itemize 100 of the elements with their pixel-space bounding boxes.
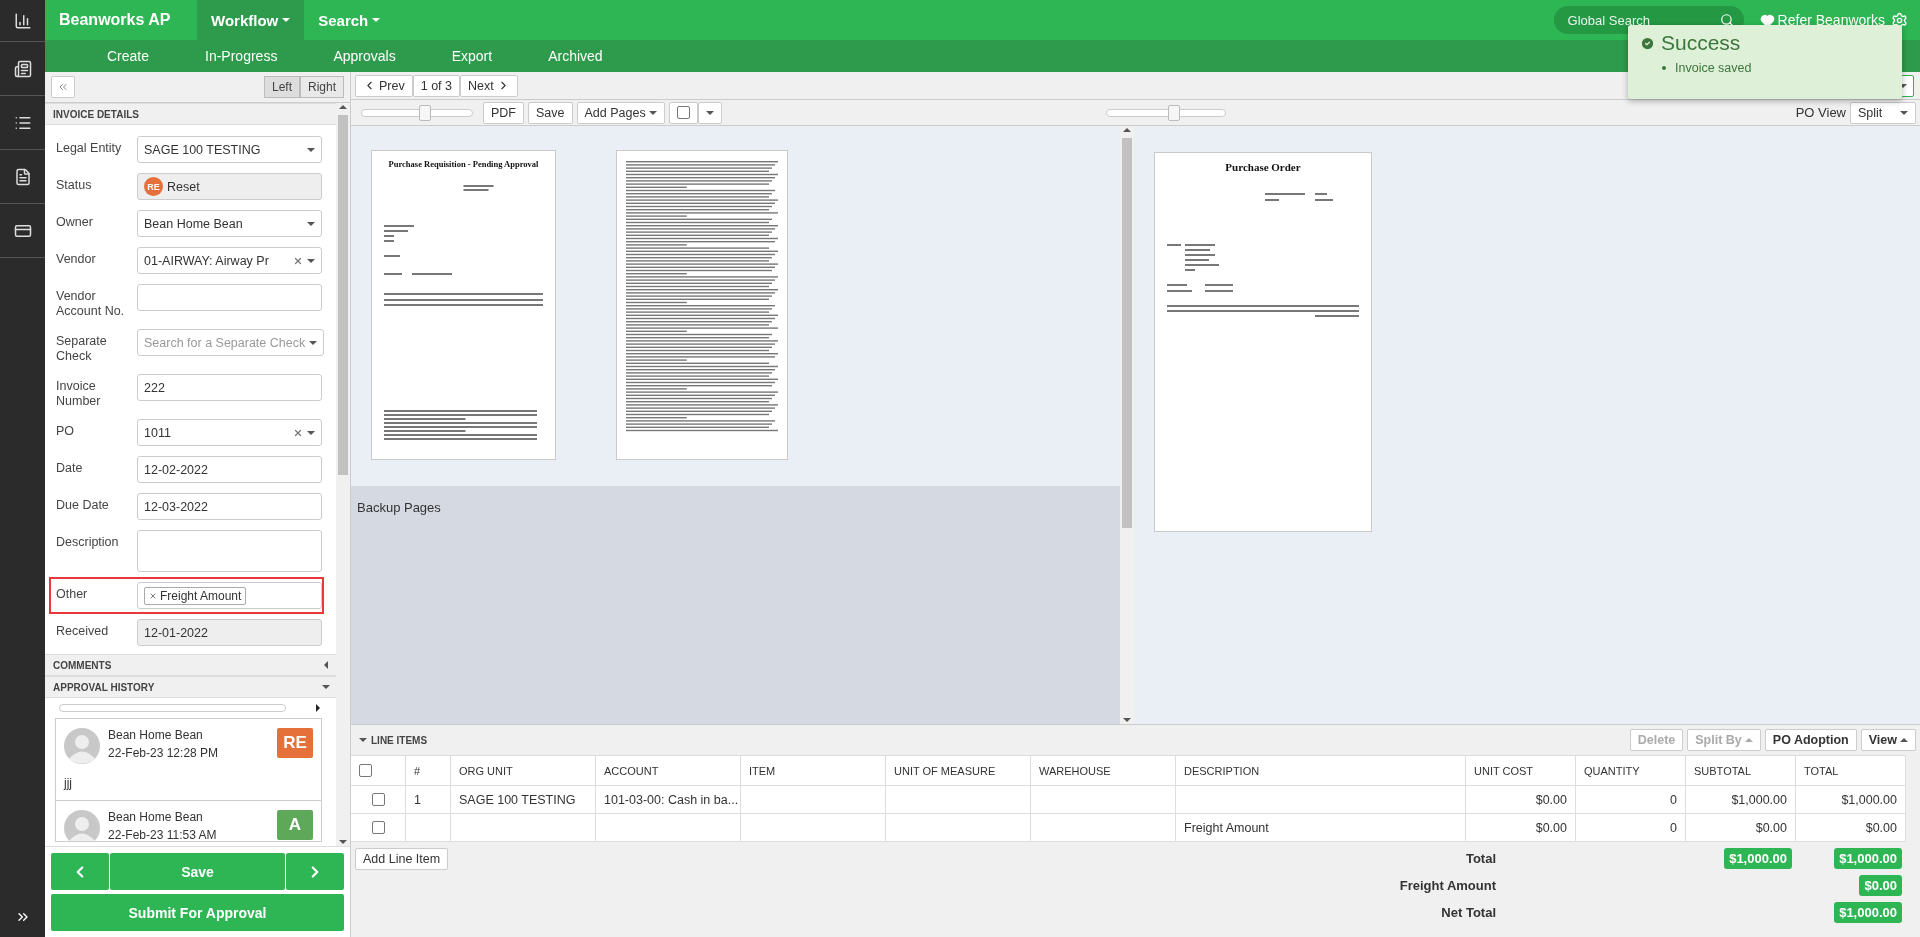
column-header[interactable]: DESCRIPTION <box>1176 756 1466 786</box>
table-cell: $0.00 <box>1796 814 1906 842</box>
nav-link[interactable]: Archived <box>520 48 631 64</box>
add-line-item-button[interactable]: Add Line Item <box>355 848 449 870</box>
select-field[interactable]: 01-AIRWAY: Airway Pr <box>137 247 322 274</box>
textarea-field[interactable] <box>137 530 322 572</box>
column-header[interactable]: # <box>406 756 451 786</box>
document-icon[interactable] <box>13 59 32 78</box>
table-cell: 1 <box>406 786 451 814</box>
settings-icon[interactable] <box>1891 11 1908 29</box>
check-icon <box>1640 35 1655 51</box>
scrollbar-thumb[interactable] <box>1122 138 1132 528</box>
section-title: APPROVAL HISTORY <box>53 681 155 693</box>
field-label: Invoice Number <box>56 378 102 409</box>
select-field[interactable]: Bean Home Bean <box>137 210 322 237</box>
table-cell: 0 <box>1576 814 1686 842</box>
toggle-button[interactable]: Left <box>263 76 300 98</box>
field-label: Owner <box>56 214 94 230</box>
section-header[interactable]: INVOICE DETAILS <box>45 103 336 125</box>
action-badge: A <box>277 810 313 840</box>
section-header[interactable]: APPROVAL HISTORY <box>45 676 336 698</box>
toast-message: Invoice saved <box>1675 61 1752 75</box>
tag-field[interactable]: Freight Amount <box>137 582 322 609</box>
input-field[interactable] <box>137 284 322 311</box>
next-button[interactable]: Next <box>460 74 518 97</box>
slider-thumb[interactable] <box>418 104 431 121</box>
nav-link[interactable]: Create <box>79 48 178 64</box>
action-badge: RE <box>277 728 313 758</box>
section-header[interactable]: COMMENTS <box>45 654 336 676</box>
row-checkbox[interactable] <box>371 793 385 806</box>
select-all-checkbox[interactable] <box>359 764 372 777</box>
toolbar-button[interactable]: Save <box>528 101 573 124</box>
toggle-button[interactable]: Right <box>300 76 344 98</box>
nav-link[interactable]: Approvals <box>305 48 424 64</box>
amount-badge: $1,000.00 <box>1724 848 1792 869</box>
scrollbar-thumb[interactable] <box>338 115 348 475</box>
column-header[interactable]: QUANTITY <box>1576 756 1686 786</box>
total-label: Total <box>1464 851 1496 866</box>
status-field: RE Reset <box>137 173 322 200</box>
chart-icon[interactable] <box>13 11 32 30</box>
select-field[interactable]: 1011 <box>137 419 322 446</box>
timestamp: 22-Feb-23 12:28 PM <box>108 746 220 760</box>
page-indicator[interactable]: 1 of 3 <box>412 74 460 97</box>
column-header[interactable]: UNIT COST <box>1466 756 1576 786</box>
table-cell: SAGE 100 TESTING <box>451 786 596 814</box>
file-icon[interactable] <box>13 167 32 186</box>
collapse-icon <box>57 81 69 93</box>
select-field[interactable]: SAGE 100 TESTING <box>137 136 322 163</box>
approver-name: Bean Home Bean <box>108 728 204 742</box>
section-title: COMMENTS <box>53 659 112 671</box>
add-pages-button[interactable]: Add Pages <box>576 101 665 124</box>
action-button[interactable]: View <box>1860 729 1916 751</box>
table-cell: $0.00 <box>1466 786 1576 814</box>
column-header[interactable]: ACCOUNT <box>596 756 741 786</box>
row-checkbox[interactable] <box>371 821 385 834</box>
nav-link[interactable]: Export <box>423 48 521 64</box>
page-title: Purchase Order <box>1225 161 1301 173</box>
menu-tab[interactable]: Workflow <box>197 0 305 40</box>
input-field[interactable]: 12-03-2022 <box>137 493 322 520</box>
column-header[interactable]: ITEM <box>741 756 886 786</box>
amount-badge: $1,000.00 <box>1834 902 1902 923</box>
column-header[interactable]: SUBTOTAL <box>1686 756 1796 786</box>
input-field[interactable]: 12-02-2022 <box>137 456 322 483</box>
slider-thumb[interactable] <box>1167 104 1180 121</box>
section-title: INVOICE DETAILS <box>53 108 139 120</box>
document-page[interactable] <box>616 150 788 460</box>
field-label: Legal Entity <box>56 140 123 156</box>
column-header[interactable]: WAREHOUSE <box>1031 756 1176 786</box>
column-header[interactable]: ORG UNIT <box>451 756 596 786</box>
caret-icon <box>1900 108 1908 117</box>
tag[interactable]: Freight Amount <box>144 586 247 605</box>
page-checkbox[interactable] <box>668 101 698 124</box>
caret-icon <box>314 704 322 712</box>
view-select[interactable]: Split <box>1850 101 1916 124</box>
caret-icon <box>372 16 381 24</box>
caret-icon <box>309 338 318 347</box>
field-label: Status <box>56 177 93 193</box>
prev-button[interactable]: Prev <box>355 74 413 97</box>
field-label: Due Date <box>56 497 110 513</box>
document-page[interactable]: Purchase Order <box>1154 152 1372 532</box>
remove-icon <box>149 591 157 600</box>
bullet-icon <box>1662 66 1666 70</box>
caret-icon <box>648 108 657 117</box>
toolbar-button[interactable]: PDF <box>483 101 524 124</box>
section-title: LINE ITEMS <box>371 734 428 746</box>
input-field[interactable]: 222 <box>137 374 322 401</box>
table-cell: $0.00 <box>1466 814 1576 842</box>
caret-icon <box>307 428 315 437</box>
readonly-field: 12-01-2022 <box>137 619 322 646</box>
dropdown-button[interactable] <box>697 101 722 124</box>
total-label: Net Total <box>1440 905 1496 920</box>
column-header[interactable]: UNIT OF MEASURE <box>886 756 1031 786</box>
field-label: Description <box>56 534 120 550</box>
nav-link[interactable]: In-Progress <box>177 48 306 64</box>
heart-icon <box>1759 12 1775 28</box>
document-page[interactable]: Purchase Requisition - Pending Approval <box>371 150 556 460</box>
amount-badge: $0.00 <box>1859 875 1902 896</box>
collapse-button[interactable] <box>51 76 75 98</box>
column-header[interactable]: TOTAL <box>1796 756 1906 786</box>
action-button[interactable]: PO Adoption <box>1764 729 1857 751</box>
